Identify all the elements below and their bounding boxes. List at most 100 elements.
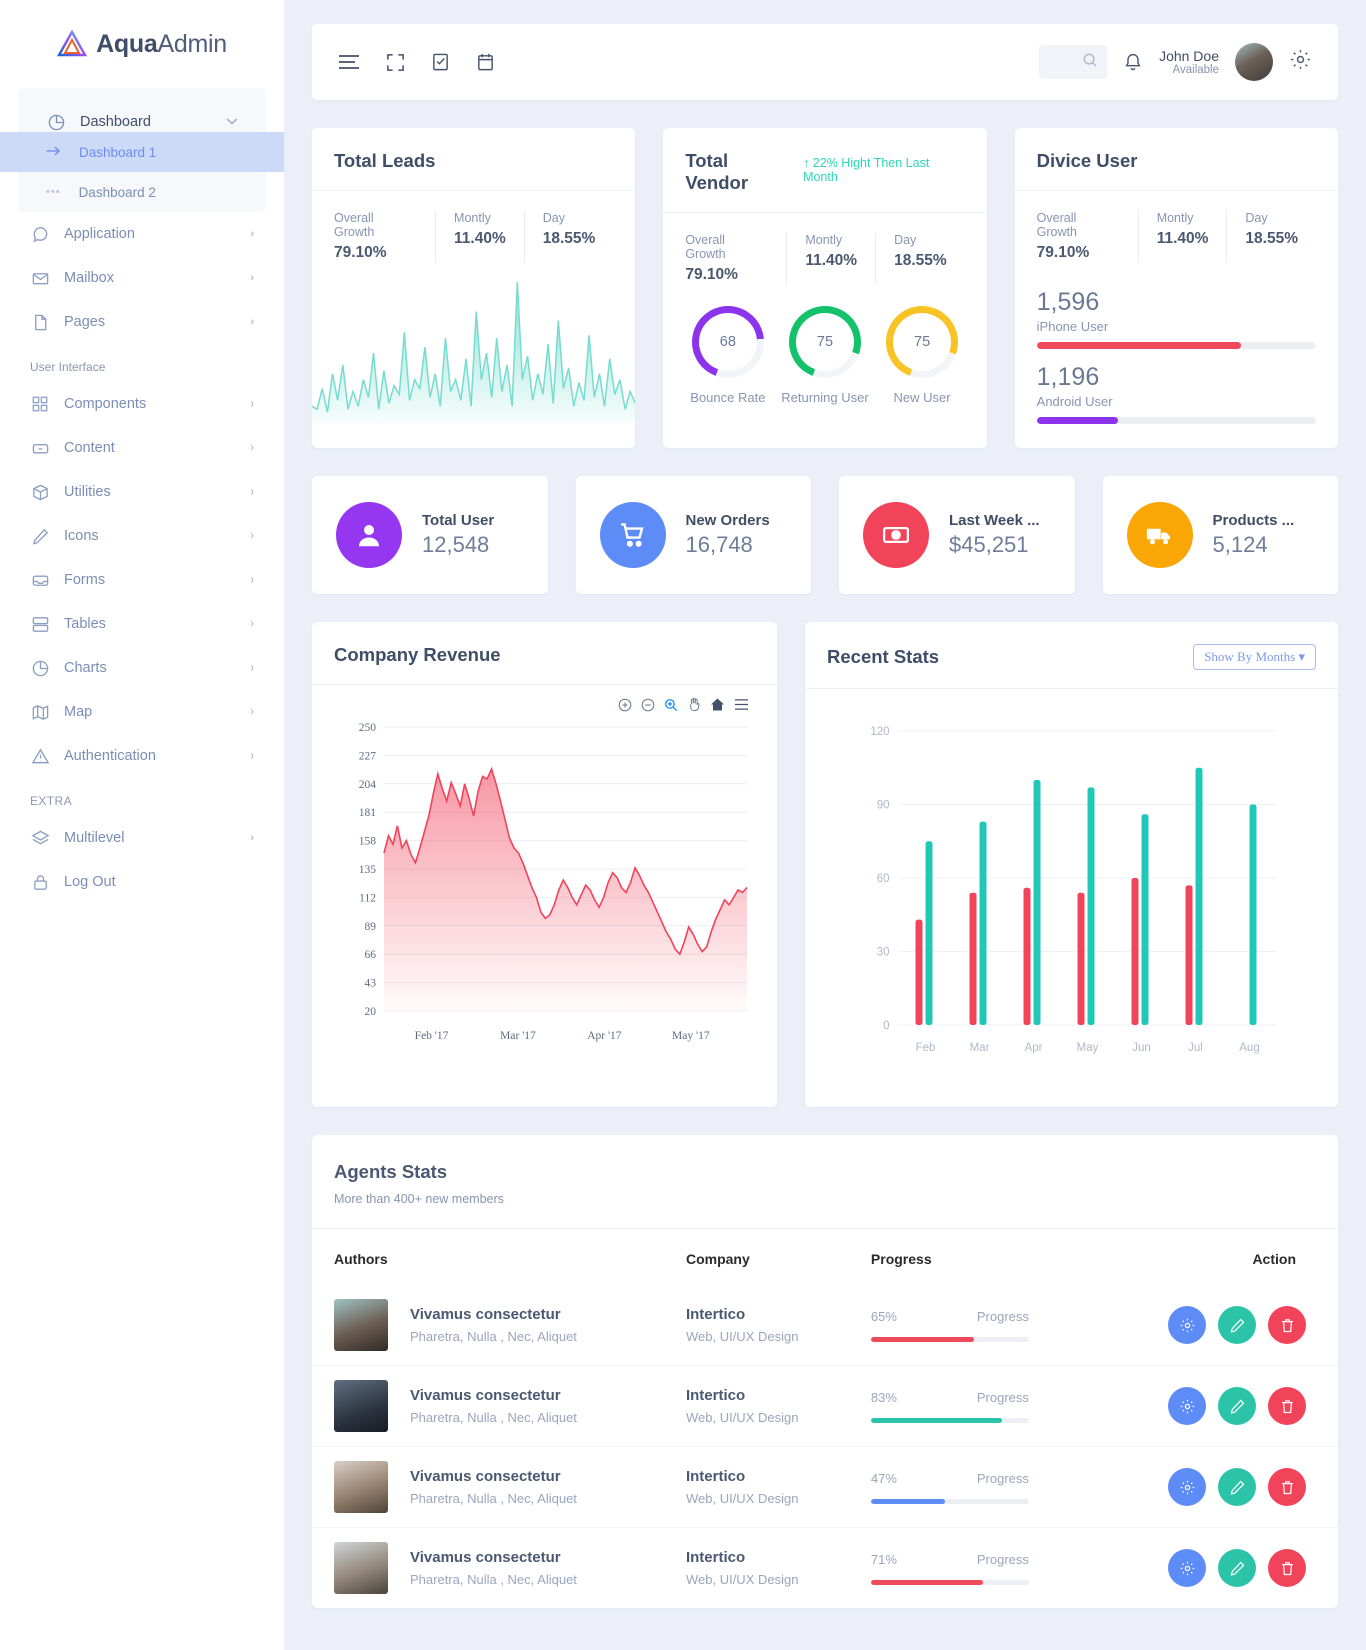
author-name: Vivamus consectetur bbox=[410, 1387, 561, 1404]
device-value: 1,596 bbox=[1036, 288, 1100, 316]
sidebar-item-label: Utilities bbox=[64, 484, 111, 500]
drawer-icon bbox=[30, 438, 50, 458]
sidebar-item-multilevel[interactable]: Multilevel › bbox=[18, 816, 266, 860]
sidebar-item-mailbox[interactable]: Mailbox › bbox=[18, 256, 266, 300]
pan-icon[interactable] bbox=[687, 697, 701, 717]
user-info[interactable]: John Doe Available bbox=[1159, 48, 1219, 76]
action-trash-button[interactable] bbox=[1268, 1306, 1306, 1344]
sidebar-item-logout[interactable]: Log Out bbox=[18, 860, 266, 904]
donut-new-user: 75 New User bbox=[875, 306, 970, 407]
sidebar-item-dashboard-2[interactable]: ••• Dashboard 2 bbox=[18, 172, 266, 212]
sidebar-item-pages[interactable]: Pages › bbox=[18, 300, 266, 344]
sidebar-item-dashboard[interactable]: Dashboard bbox=[18, 88, 266, 132]
dropdown-label: Show By Months bbox=[1204, 649, 1296, 664]
arrow-right-icon bbox=[46, 145, 61, 160]
sidebar-item-tables[interactable]: Tables › bbox=[18, 602, 266, 646]
stat-card-total-user[interactable]: Total User 12,548 bbox=[312, 476, 548, 594]
sidebar-item-components[interactable]: Components › bbox=[18, 382, 266, 426]
stat-card-new-orders[interactable]: New Orders 16,748 bbox=[575, 476, 811, 594]
stat-label: Total User bbox=[422, 512, 495, 529]
lock-icon bbox=[30, 872, 50, 892]
cell-progress: 47% Progress bbox=[848, 1446, 1093, 1528]
pie-chart-icon bbox=[30, 658, 50, 678]
author-name: Vivamus consectetur bbox=[410, 1306, 561, 1323]
card-header: Divice User bbox=[1014, 128, 1338, 191]
metric-label: Montly bbox=[805, 233, 843, 247]
avatar bbox=[334, 1461, 388, 1513]
sidebar-item-map[interactable]: Map › bbox=[18, 690, 266, 734]
card-title: Divice User bbox=[1036, 150, 1138, 171]
chevron-right-icon: › bbox=[250, 398, 254, 410]
chevron-right-icon: › bbox=[250, 316, 254, 328]
action-trash-button[interactable] bbox=[1268, 1387, 1306, 1425]
action-gear-button[interactable] bbox=[1168, 1306, 1206, 1344]
sidebar-item-dashboard-1[interactable]: Dashboard 1 bbox=[0, 132, 284, 172]
stat-value: 5,124 bbox=[1212, 532, 1268, 557]
bell-icon[interactable] bbox=[1123, 52, 1143, 73]
action-pencil-button[interactable] bbox=[1218, 1468, 1256, 1506]
sidebar-item-content[interactable]: Content › bbox=[18, 426, 266, 470]
svg-text:Mar '17: Mar '17 bbox=[500, 1030, 536, 1042]
hamburger-menu-icon[interactable] bbox=[338, 54, 360, 70]
search-input[interactable] bbox=[1039, 45, 1108, 79]
sidebar-item-utilities[interactable]: Utilities › bbox=[18, 470, 266, 514]
col-action: Action bbox=[1252, 1251, 1296, 1267]
device-progress-track bbox=[1036, 417, 1316, 424]
action-pencil-button[interactable] bbox=[1218, 1387, 1256, 1425]
chevron-right-icon: › bbox=[250, 530, 254, 542]
sidebar-item-application[interactable]: Application › bbox=[18, 212, 266, 256]
sidebar-item-label: Content bbox=[64, 440, 115, 456]
menu-icon[interactable] bbox=[734, 698, 749, 716]
action-trash-button[interactable] bbox=[1268, 1468, 1306, 1506]
svg-text:250: 250 bbox=[359, 722, 377, 734]
table-body: Vivamus consectetur Pharetra, Nulla , Nec… bbox=[312, 1285, 1338, 1608]
recent-stats-chart: 0 30 60 90 120 Feb Mar Apr May Jun Jul Aug bbox=[805, 689, 1338, 1107]
zoom-in-icon[interactable] bbox=[618, 698, 632, 717]
metric-value: 18.55% bbox=[542, 230, 596, 247]
home-icon[interactable] bbox=[710, 697, 725, 717]
gear-icon[interactable] bbox=[1289, 48, 1312, 76]
action-trash-button[interactable] bbox=[1268, 1549, 1306, 1587]
selection-zoom-icon[interactable] bbox=[664, 698, 678, 717]
avatar[interactable] bbox=[1235, 43, 1273, 81]
agents-stats-card: Agents Stats More than 400+ new members … bbox=[312, 1135, 1338, 1608]
stat-text: Total User 12,548 bbox=[422, 512, 494, 558]
calendar-icon[interactable] bbox=[476, 52, 495, 72]
zoom-out-icon[interactable] bbox=[641, 698, 655, 717]
show-by-months-dropdown[interactable]: Show By Months ▾ bbox=[1193, 644, 1316, 670]
metric-overall-growth: Overall Growth 79.10% bbox=[1037, 211, 1139, 262]
fullscreen-icon[interactable] bbox=[386, 53, 405, 72]
sidebar-item-label: Multilevel bbox=[64, 830, 125, 846]
sidebar-item-authentication[interactable]: Authentication › bbox=[18, 734, 266, 778]
sidebar-item-forms[interactable]: Forms › bbox=[18, 558, 266, 602]
action-pencil-button[interactable] bbox=[1218, 1306, 1256, 1344]
device-value: 1,196 bbox=[1036, 363, 1100, 391]
chevron-right-icon: › bbox=[250, 618, 254, 630]
device-label: iPhone User bbox=[1036, 319, 1109, 334]
metric-value: 18.55% bbox=[1245, 230, 1298, 247]
stat-card-products[interactable]: Products ... 5,124 bbox=[1102, 476, 1338, 594]
checklist-icon[interactable] bbox=[431, 52, 450, 72]
svg-text:43: 43 bbox=[365, 978, 377, 990]
sidebar-item-icons[interactable]: Icons › bbox=[18, 514, 266, 558]
cell-author: Vivamus consectetur Pharetra, Nulla , Nec… bbox=[312, 1527, 664, 1608]
money-icon bbox=[863, 502, 929, 568]
map-icon bbox=[30, 702, 50, 722]
stat-card-last-week[interactable]: Last Week ... $45,251 bbox=[839, 476, 1075, 594]
device-iphone: 1,596 iPhone User bbox=[1036, 288, 1316, 349]
card-title: Total Vendor bbox=[685, 150, 749, 193]
device-label: Android User bbox=[1036, 394, 1113, 409]
svg-text:Jun: Jun bbox=[1132, 1042, 1151, 1054]
table-row: Vivamus consectetur Pharetra, Nulla , Nec… bbox=[312, 1285, 1338, 1366]
sidebar-item-charts[interactable]: Charts › bbox=[18, 646, 266, 690]
stat-value: $45,251 bbox=[949, 532, 1029, 557]
chevron-right-icon: › bbox=[250, 442, 254, 454]
brand-logo-area[interactable]: AquaAdmin bbox=[0, 0, 284, 88]
warning-triangle-icon bbox=[30, 746, 50, 766]
table-icon bbox=[30, 614, 50, 634]
charts-row: Company Revenue 250 227 204 181 158 135 112 89 6… bbox=[312, 622, 1338, 1107]
action-gear-button[interactable] bbox=[1168, 1468, 1206, 1506]
action-gear-button[interactable] bbox=[1168, 1387, 1206, 1425]
action-pencil-button[interactable] bbox=[1218, 1549, 1256, 1587]
action-gear-button[interactable] bbox=[1168, 1549, 1206, 1587]
